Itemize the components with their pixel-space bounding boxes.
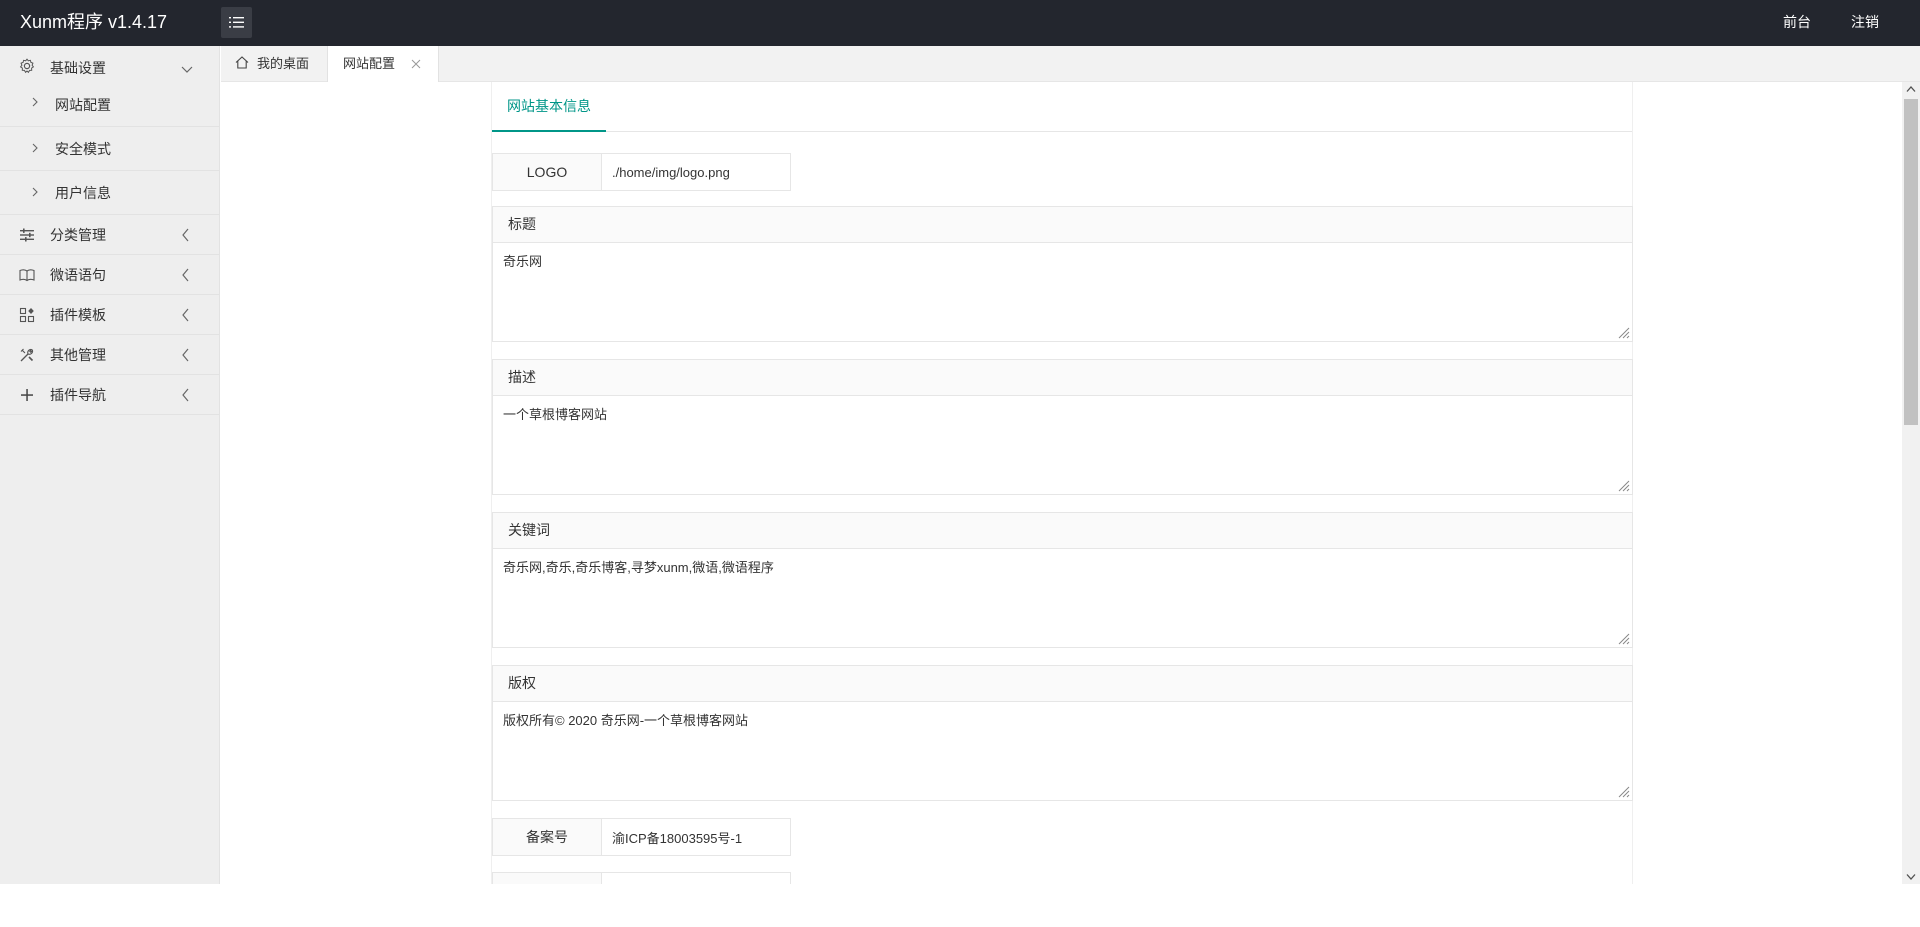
sidebar-item-label: 网站配置 xyxy=(55,97,111,113)
icp-input[interactable] xyxy=(601,818,791,856)
tab-label: 网站配置 xyxy=(343,56,396,71)
scroll-down-icon[interactable] xyxy=(1906,873,1916,881)
chevron-down-icon xyxy=(181,66,193,73)
resize-handle-icon[interactable] xyxy=(1618,633,1630,645)
scrollbar-thumb[interactable] xyxy=(1904,99,1918,425)
chevron-right-icon xyxy=(32,143,38,153)
sidebar-group-other-management[interactable]: 其他管理 xyxy=(0,335,219,375)
next-field-partial xyxy=(492,872,792,884)
description-textarea[interactable]: 一个草根博客网站 xyxy=(492,395,1633,495)
main-content: 网站基本信息 LOGO 标题 奇乐网 描述 一个草根博客网站 关键词 奇乐网,奇… xyxy=(221,82,1902,884)
keywords-field: 关键词 奇乐网,奇乐,奇乐博客,寻梦xunm,微语,微语程序 xyxy=(492,512,1633,648)
sidebar-group-label: 插件模板 xyxy=(50,307,106,323)
list-icon xyxy=(229,17,244,28)
chevron-left-icon xyxy=(182,308,189,322)
next-field-label xyxy=(492,872,602,884)
chevron-right-icon xyxy=(32,97,38,107)
title-textarea[interactable]: 奇乐网 xyxy=(492,242,1633,342)
tab-site-config[interactable]: 网站配置 xyxy=(328,46,439,83)
sidebar-group-label: 插件导航 xyxy=(50,387,106,403)
sidebar-group-plugin-templates[interactable]: 插件模板 xyxy=(0,295,219,335)
chevron-left-icon xyxy=(182,388,189,402)
logo-input[interactable] xyxy=(601,153,791,191)
scroll-up-icon[interactable] xyxy=(1906,85,1916,93)
copyright-label: 版权 xyxy=(492,665,1633,702)
icp-label: 备案号 xyxy=(492,818,602,856)
sliders-icon xyxy=(20,228,34,242)
description-field: 描述 一个草根博客网站 xyxy=(492,359,1633,495)
sidebar-item-user-info[interactable]: 用户信息 xyxy=(0,171,219,215)
icp-field: 备案号 xyxy=(492,818,792,856)
nav-link-frontend[interactable]: 前台 xyxy=(1783,0,1811,45)
tab-basic-info[interactable]: 网站基本信息 xyxy=(492,82,606,132)
sidebar-group-label: 分类管理 xyxy=(50,227,106,243)
chevron-left-icon xyxy=(182,348,189,362)
title-field: 标题 奇乐网 xyxy=(492,206,1633,342)
resize-handle-icon[interactable] xyxy=(1618,480,1630,492)
settings-panel: 网站基本信息 LOGO 标题 奇乐网 描述 一个草根博客网站 关键词 奇乐网,奇… xyxy=(491,82,1633,884)
plus-icon xyxy=(21,389,33,401)
home-icon xyxy=(235,56,249,69)
tab-my-desktop[interactable]: 我的桌面 xyxy=(221,46,328,82)
sidebar-item-label: 用户信息 xyxy=(55,185,111,201)
tab-label: 我的桌面 xyxy=(257,56,310,71)
section-tab-bar: 网站基本信息 xyxy=(492,82,1632,132)
keywords-textarea[interactable]: 奇乐网,奇乐,奇乐博客,寻梦xunm,微语,微语程序 xyxy=(492,548,1633,648)
top-header: Xunm程序 v1.4.17 前台 注销 xyxy=(0,0,1920,46)
chevron-left-icon xyxy=(182,268,189,282)
resize-handle-icon[interactable] xyxy=(1618,786,1630,798)
sidebar-item-site-config[interactable]: 网站配置 xyxy=(0,83,219,127)
gear-icon xyxy=(19,58,35,74)
sidebar-group-micro-quotes[interactable]: 微语语句 xyxy=(0,255,219,295)
chevron-right-icon xyxy=(32,187,38,197)
logo-field: LOGO xyxy=(492,153,792,191)
menu-toggle-button[interactable] xyxy=(221,7,252,38)
sidebar-group-plugin-nav[interactable]: 插件导航 xyxy=(0,375,219,415)
apps-icon xyxy=(19,307,35,323)
keywords-label: 关键词 xyxy=(492,512,1633,549)
description-label: 描述 xyxy=(492,359,1633,396)
resize-handle-icon[interactable] xyxy=(1618,327,1630,339)
sidebar-group-category[interactable]: 分类管理 xyxy=(0,215,219,255)
sidebar-group-label: 其他管理 xyxy=(50,347,106,363)
book-icon xyxy=(19,269,35,282)
sidebar-item-security-mode[interactable]: 安全模式 xyxy=(0,127,219,171)
vertical-scrollbar[interactable] xyxy=(1902,82,1920,884)
sidebar-item-label: 安全模式 xyxy=(55,141,111,157)
copyright-field: 版权 版权所有© 2020 奇乐网-一个草根博客网站 xyxy=(492,665,1633,801)
page-bottom-area xyxy=(0,884,1920,927)
sidebar-group-label: 基础设置 xyxy=(50,60,106,76)
close-icon[interactable] xyxy=(411,59,421,69)
copyright-textarea[interactable]: 版权所有© 2020 奇乐网-一个草根博客网站 xyxy=(492,701,1633,801)
sidebar-group-basic-settings[interactable]: 基础设置 xyxy=(0,46,219,83)
tools-icon xyxy=(20,348,34,362)
next-field-input[interactable] xyxy=(601,872,791,884)
nav-link-logout[interactable]: 注销 xyxy=(1851,0,1879,45)
logo-label: LOGO xyxy=(492,153,602,191)
sidebar: 基础设置 网站配置 安全模式 用户信息 分类管理 微语语句 插件模板 其他管理 … xyxy=(0,46,220,884)
title-label: 标题 xyxy=(492,206,1633,243)
app-title: Xunm程序 v1.4.17 xyxy=(20,12,168,32)
chevron-left-icon xyxy=(182,228,189,242)
tab-bar: 我的桌面 网站配置 xyxy=(221,46,1920,83)
sidebar-group-label: 微语语句 xyxy=(50,267,106,283)
